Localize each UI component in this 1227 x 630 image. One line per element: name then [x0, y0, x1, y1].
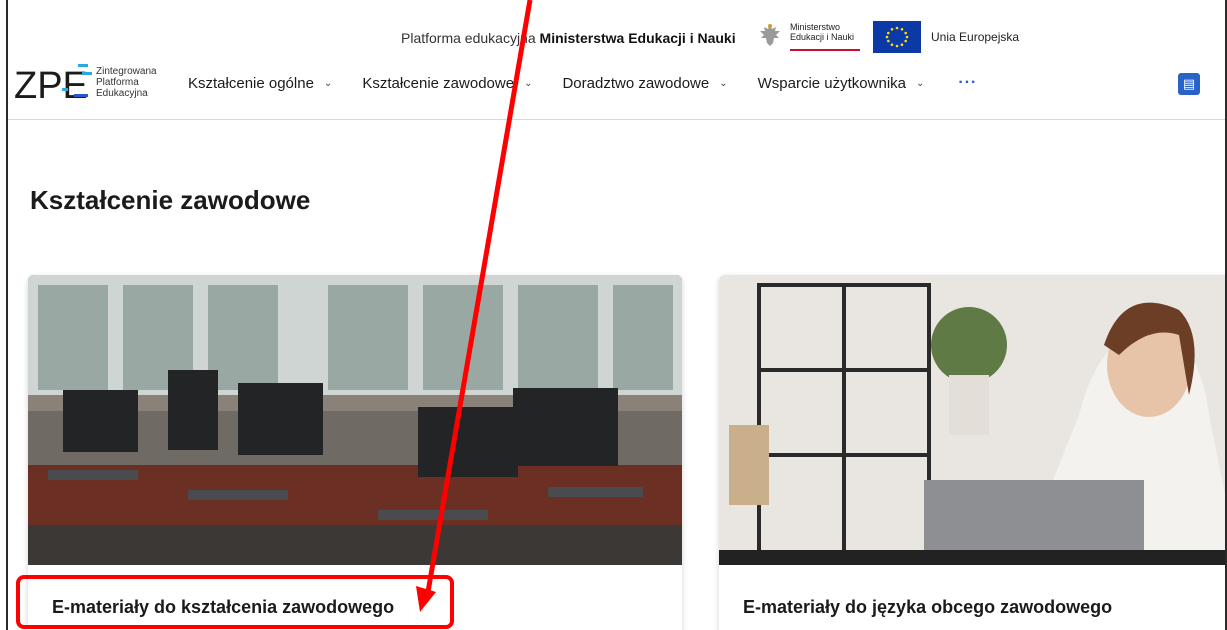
computer-lab-image: [28, 275, 682, 565]
nav-item-wsparcie-uzytkownika[interactable]: Wsparcie użytkownika ⌄: [758, 75, 925, 92]
chevron-down-icon: ⌄: [719, 77, 728, 89]
platform-caption: Platforma edukacyjna Ministerstwa Edukac…: [401, 30, 736, 46]
annotation-highlight-box: [16, 575, 454, 629]
top-utility-bar: Platforma edukacyjna Ministerstwa Edukac…: [8, 0, 1225, 70]
ministry-logo-line1: Ministerstwo: [790, 22, 841, 32]
ministry-logo-text: Ministerstwo Edukacji i Nauki: [790, 22, 854, 42]
eu-label: Unia Europejska: [931, 30, 1020, 44]
nav-item-label: Wsparcie użytkownika: [757, 74, 906, 92]
nav-item-doradztwo-zawodowe[interactable]: Doradztwo zawodowe ⌄: [562, 75, 727, 92]
nav-divider: [8, 119, 1225, 120]
nav-item-label: Doradztwo zawodowe: [562, 74, 710, 92]
main-nav: Kształcenie ogólne ⌄ Kształcenie zawodow…: [188, 74, 977, 92]
eu-flag-icon[interactable]: [873, 21, 921, 53]
ministry-logo[interactable]: Ministerstwo Edukacji i Nauki: [756, 22, 860, 51]
platform-prefix: Platforma edukacyjna: [401, 30, 540, 46]
platform-ministry: Ministerstwa Edukacji i Nauki: [539, 30, 736, 46]
chevron-down-icon: ⌄: [524, 77, 533, 89]
eagle-emblem-icon: [760, 24, 780, 46]
ministry-logo-line2: Edukacji i Nauki: [790, 32, 855, 42]
nav-item-label: Kształcenie ogólne: [188, 74, 314, 92]
logo-line1: Zintegrowana: [96, 65, 157, 77]
zpe-logo[interactable]: ZPE Zintegrowana Platforma Edukacyjna: [14, 58, 157, 106]
card-title[interactable]: E-materiały do języka obcego zawodowego: [743, 597, 1112, 618]
browser-frame: Platforma edukacyjna Ministerstwa Edukac…: [6, 0, 1227, 630]
logo-line3: Edukacyjna: [96, 87, 148, 99]
chevron-down-icon: ⌄: [323, 77, 333, 89]
page-title: Kształcenie zawodowe: [30, 185, 311, 215]
more-menu-button[interactable]: ···: [958, 74, 977, 92]
accessibility-button[interactable]: ▤: [1178, 73, 1200, 95]
nav-item-label: Kształcenie zawodowe: [362, 74, 515, 92]
nav-item-ksztalcenie-ogolne[interactable]: Kształcenie ogólne ⌄: [188, 75, 332, 92]
book-icon: ▤: [1182, 76, 1196, 91]
nav-item-ksztalcenie-zawodowe[interactable]: Kształcenie zawodowe ⌄: [362, 75, 532, 92]
woman-laptop-image: [719, 275, 1225, 565]
zpe-logo-text: Zintegrowana Platforma Edukacyjna: [96, 66, 157, 99]
zpe-logo-mark: ZPE: [14, 64, 92, 106]
chevron-down-icon: ⌄: [916, 77, 925, 89]
zpe-logo-mark-text: ZPE: [14, 65, 88, 106]
logo-line2: Platforma: [96, 76, 139, 88]
ministry-underline: [790, 49, 860, 51]
card-foreign-language-ematerials[interactable]: E-materiały do języka obcego zawodowego: [719, 275, 1225, 630]
